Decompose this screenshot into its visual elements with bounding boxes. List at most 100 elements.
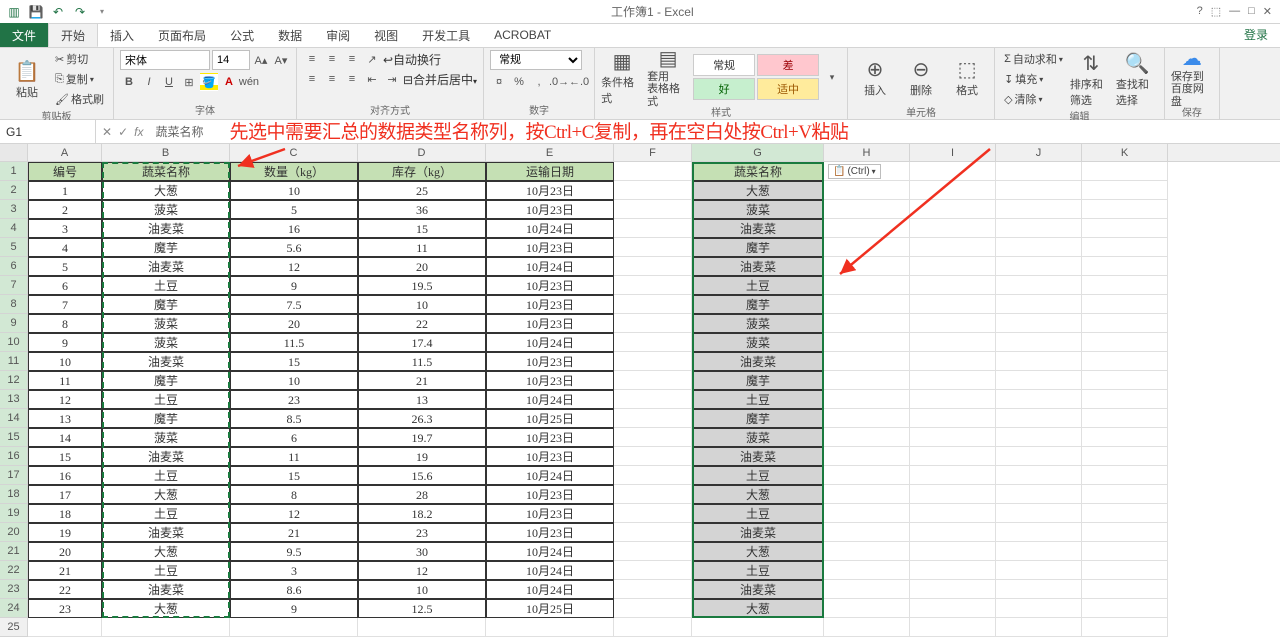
middle-align-button[interactable]: ≡ [323,50,341,68]
cell[interactable]: 土豆 [102,561,230,580]
col-D[interactable]: D [358,144,486,161]
cell[interactable] [996,162,1082,181]
cell[interactable]: 10月23日 [486,485,614,504]
cell[interactable]: 28 [358,485,486,504]
cell[interactable]: 8 [28,314,102,333]
cell[interactable]: 土豆 [102,466,230,485]
cell[interactable] [1082,580,1168,599]
cell[interactable]: 7 [28,295,102,314]
cell[interactable] [910,333,996,352]
save-baidu-button[interactable]: ☁保存到 百度网盘 [1171,50,1213,104]
cell[interactable] [1082,276,1168,295]
cell[interactable] [614,542,692,561]
save-icon[interactable]: 💾 [28,4,44,20]
percent-button[interactable]: % [510,73,528,91]
cell[interactable] [486,618,614,637]
cell[interactable]: 9 [230,276,358,295]
cell[interactable]: 土豆 [692,466,824,485]
cell[interactable] [824,238,910,257]
cell[interactable] [996,219,1082,238]
cell[interactable] [614,257,692,276]
cell[interactable] [824,295,910,314]
cell[interactable]: 魔芋 [102,295,230,314]
style-good[interactable]: 好 [693,78,755,100]
cell[interactable]: 9.5 [230,542,358,561]
row-header[interactable]: 3 [0,200,28,219]
cell[interactable] [824,523,910,542]
cell[interactable]: 26.3 [358,409,486,428]
top-align-button[interactable]: ≡ [303,50,321,68]
currency-button[interactable]: ¤ [490,73,508,91]
cell[interactable] [614,352,692,371]
col-A[interactable]: A [28,144,102,161]
cell[interactable] [824,333,910,352]
cell[interactable]: 15 [230,352,358,371]
cell[interactable] [824,618,910,637]
cell[interactable] [996,352,1082,371]
outdent-button[interactable]: ⇤ [363,70,381,88]
cell[interactable]: 16 [230,219,358,238]
delete-cells-button[interactable]: ⊖删除 [900,50,942,104]
review-tab[interactable]: 审阅 [314,23,362,47]
cell[interactable] [910,523,996,542]
cell[interactable]: 10月23日 [486,371,614,390]
cell[interactable] [614,314,692,333]
cell[interactable] [824,181,910,200]
cell[interactable] [910,466,996,485]
cell[interactable]: 4 [28,238,102,257]
col-B[interactable]: B [102,144,230,161]
undo-icon[interactable]: ↶ [50,4,66,20]
right-align-button[interactable]: ≡ [343,70,361,88]
cell[interactable] [614,504,692,523]
fx-icon[interactable]: fx [134,125,143,139]
cell[interactable]: 11 [358,238,486,257]
cell[interactable] [614,466,692,485]
cell[interactable] [1082,257,1168,276]
cell[interactable]: 油麦菜 [692,352,824,371]
cell[interactable] [824,276,910,295]
cell[interactable] [910,542,996,561]
cell[interactable]: 10月24日 [486,580,614,599]
cell[interactable] [824,390,910,409]
cell[interactable] [614,447,692,466]
cell[interactable]: 油麦菜 [692,523,824,542]
row-header[interactable]: 22 [0,561,28,580]
cell[interactable] [1082,371,1168,390]
cell[interactable] [1082,390,1168,409]
left-align-button[interactable]: ≡ [303,70,321,88]
cell[interactable]: 12.5 [358,599,486,618]
cell[interactable] [824,504,910,523]
merge-button[interactable]: ⊟合并后居中▾ [403,71,477,88]
data-tab[interactable]: 数据 [266,23,314,47]
dev-tab[interactable]: 开发工具 [410,23,482,47]
cell[interactable]: 油麦菜 [692,447,824,466]
cell[interactable]: 油麦菜 [692,257,824,276]
cell[interactable]: 10月24日 [486,257,614,276]
cell[interactable] [1082,523,1168,542]
cell[interactable] [614,523,692,542]
cell[interactable] [614,181,692,200]
cell[interactable] [910,352,996,371]
cell[interactable]: 11 [230,447,358,466]
col-E[interactable]: E [486,144,614,161]
cell[interactable] [996,390,1082,409]
cell[interactable]: 19 [28,523,102,542]
cell[interactable] [614,561,692,580]
cell[interactable]: 10月23日 [486,504,614,523]
style-bad[interactable]: 差 [757,54,819,76]
cell[interactable]: 6 [28,276,102,295]
col-C[interactable]: C [230,144,358,161]
cell[interactable] [996,580,1082,599]
cell[interactable]: 8.6 [230,580,358,599]
cell[interactable]: 油麦菜 [102,523,230,542]
cell[interactable] [824,447,910,466]
cell[interactable]: 魔芋 [692,409,824,428]
cell[interactable] [1082,599,1168,618]
cell[interactable]: 10月24日 [486,390,614,409]
cell[interactable] [614,371,692,390]
cell[interactable] [1082,200,1168,219]
cell[interactable]: 9 [28,333,102,352]
phonetic-button[interactable]: wén [240,73,258,91]
cell[interactable]: 大葱 [692,485,824,504]
autosum-button[interactable]: Σ自动求和▾ [1001,50,1066,68]
